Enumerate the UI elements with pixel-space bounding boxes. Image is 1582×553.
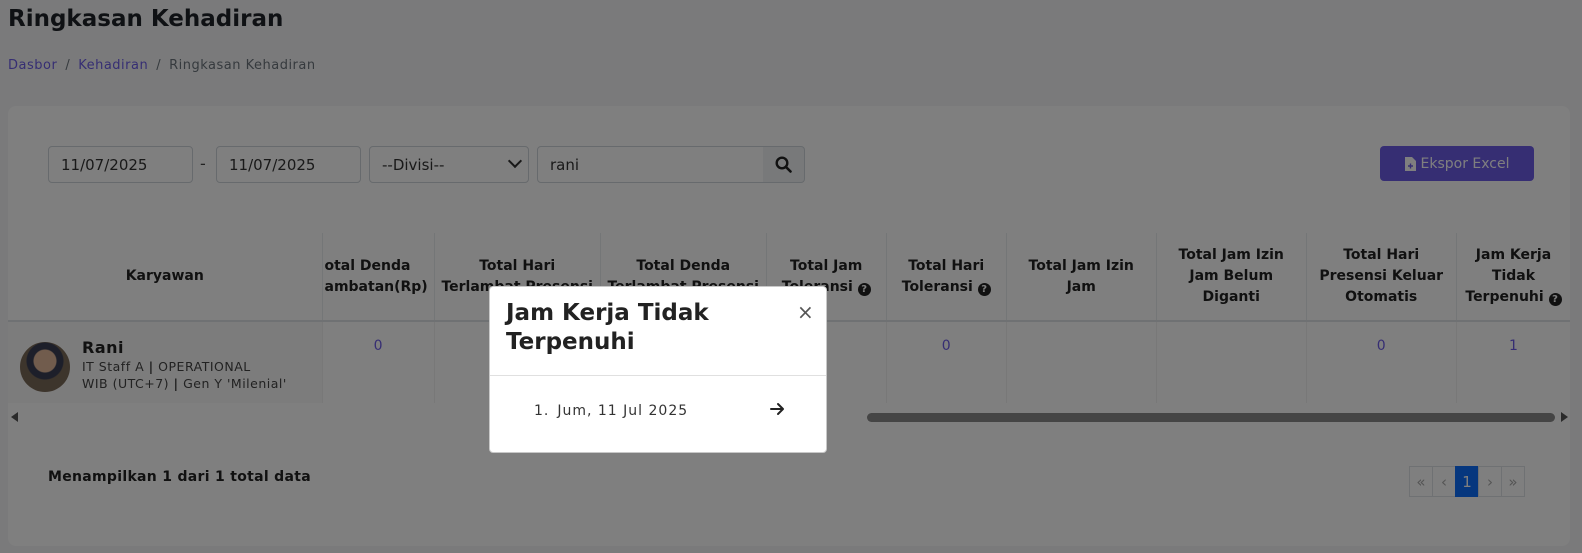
modal-list-item[interactable]: 1. Jum, 11 Jul 2025 <box>534 403 688 419</box>
modal-divider <box>490 375 826 376</box>
modal-item-date: Jum, 11 Jul 2025 <box>557 403 689 419</box>
arrow-right-icon[interactable] <box>770 402 786 416</box>
modal-item-index: 1. <box>534 403 550 419</box>
modal-dialog: Jam Kerja Tidak Terpenuhi × 1. Jum, 11 J… <box>489 286 827 453</box>
modal-backdrop[interactable] <box>0 0 1582 553</box>
close-icon[interactable]: × <box>797 302 814 322</box>
modal-title: Jam Kerja Tidak Terpenuhi <box>506 300 709 355</box>
